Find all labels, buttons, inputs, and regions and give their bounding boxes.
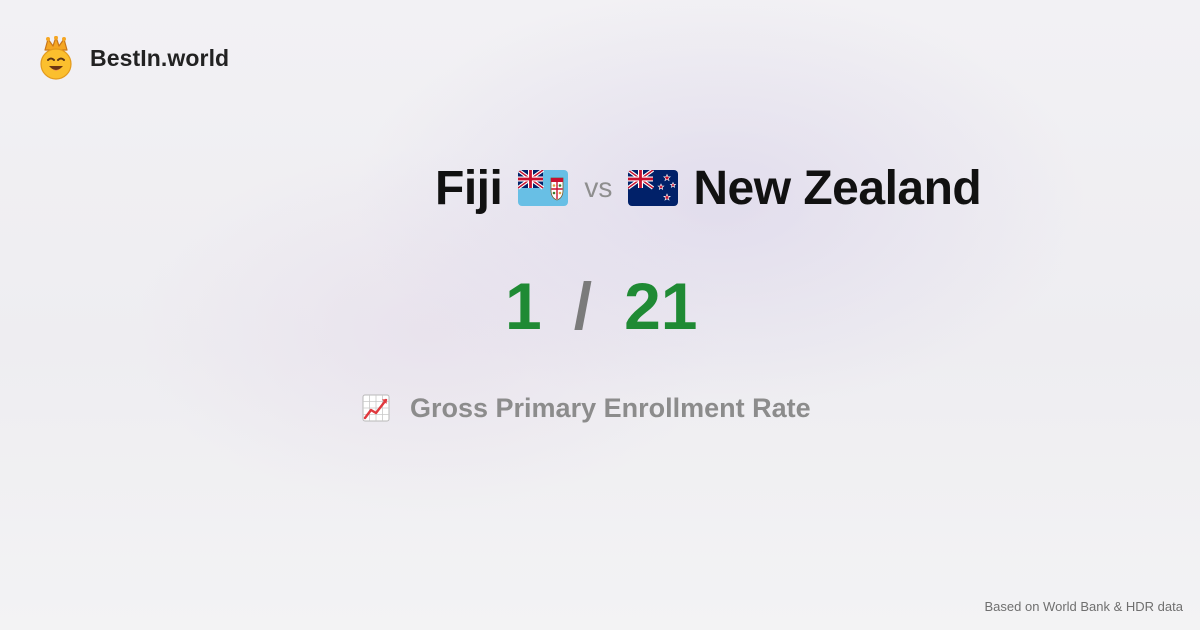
fiji-flag-icon xyxy=(518,170,569,206)
rank-b: 21 xyxy=(624,269,698,343)
rank-a: 1 xyxy=(505,269,542,343)
crowned-smiley-icon xyxy=(40,36,72,80)
rank-comparison: 1 / 21 xyxy=(505,266,697,346)
metric: Gross Primary Enrollment Rate xyxy=(362,388,811,428)
rank-separator: / xyxy=(573,269,593,343)
new-zealand-flag-icon xyxy=(628,170,679,206)
country-a-name: Fiji xyxy=(435,161,503,215)
data-source-note: Based on World Bank & HDR data xyxy=(984,599,1183,614)
brand[interactable]: BestIn.world xyxy=(38,36,229,80)
vs-separator: vs xyxy=(584,172,613,203)
comparison-title: Fiji vs New Zealand xyxy=(435,158,982,218)
metric-label: Gross Primary Enrollment Rate xyxy=(410,392,811,423)
brand-name: BestIn.world xyxy=(90,44,230,71)
country-b-name: New Zealand xyxy=(693,161,982,215)
chart-increasing-icon xyxy=(362,394,390,422)
